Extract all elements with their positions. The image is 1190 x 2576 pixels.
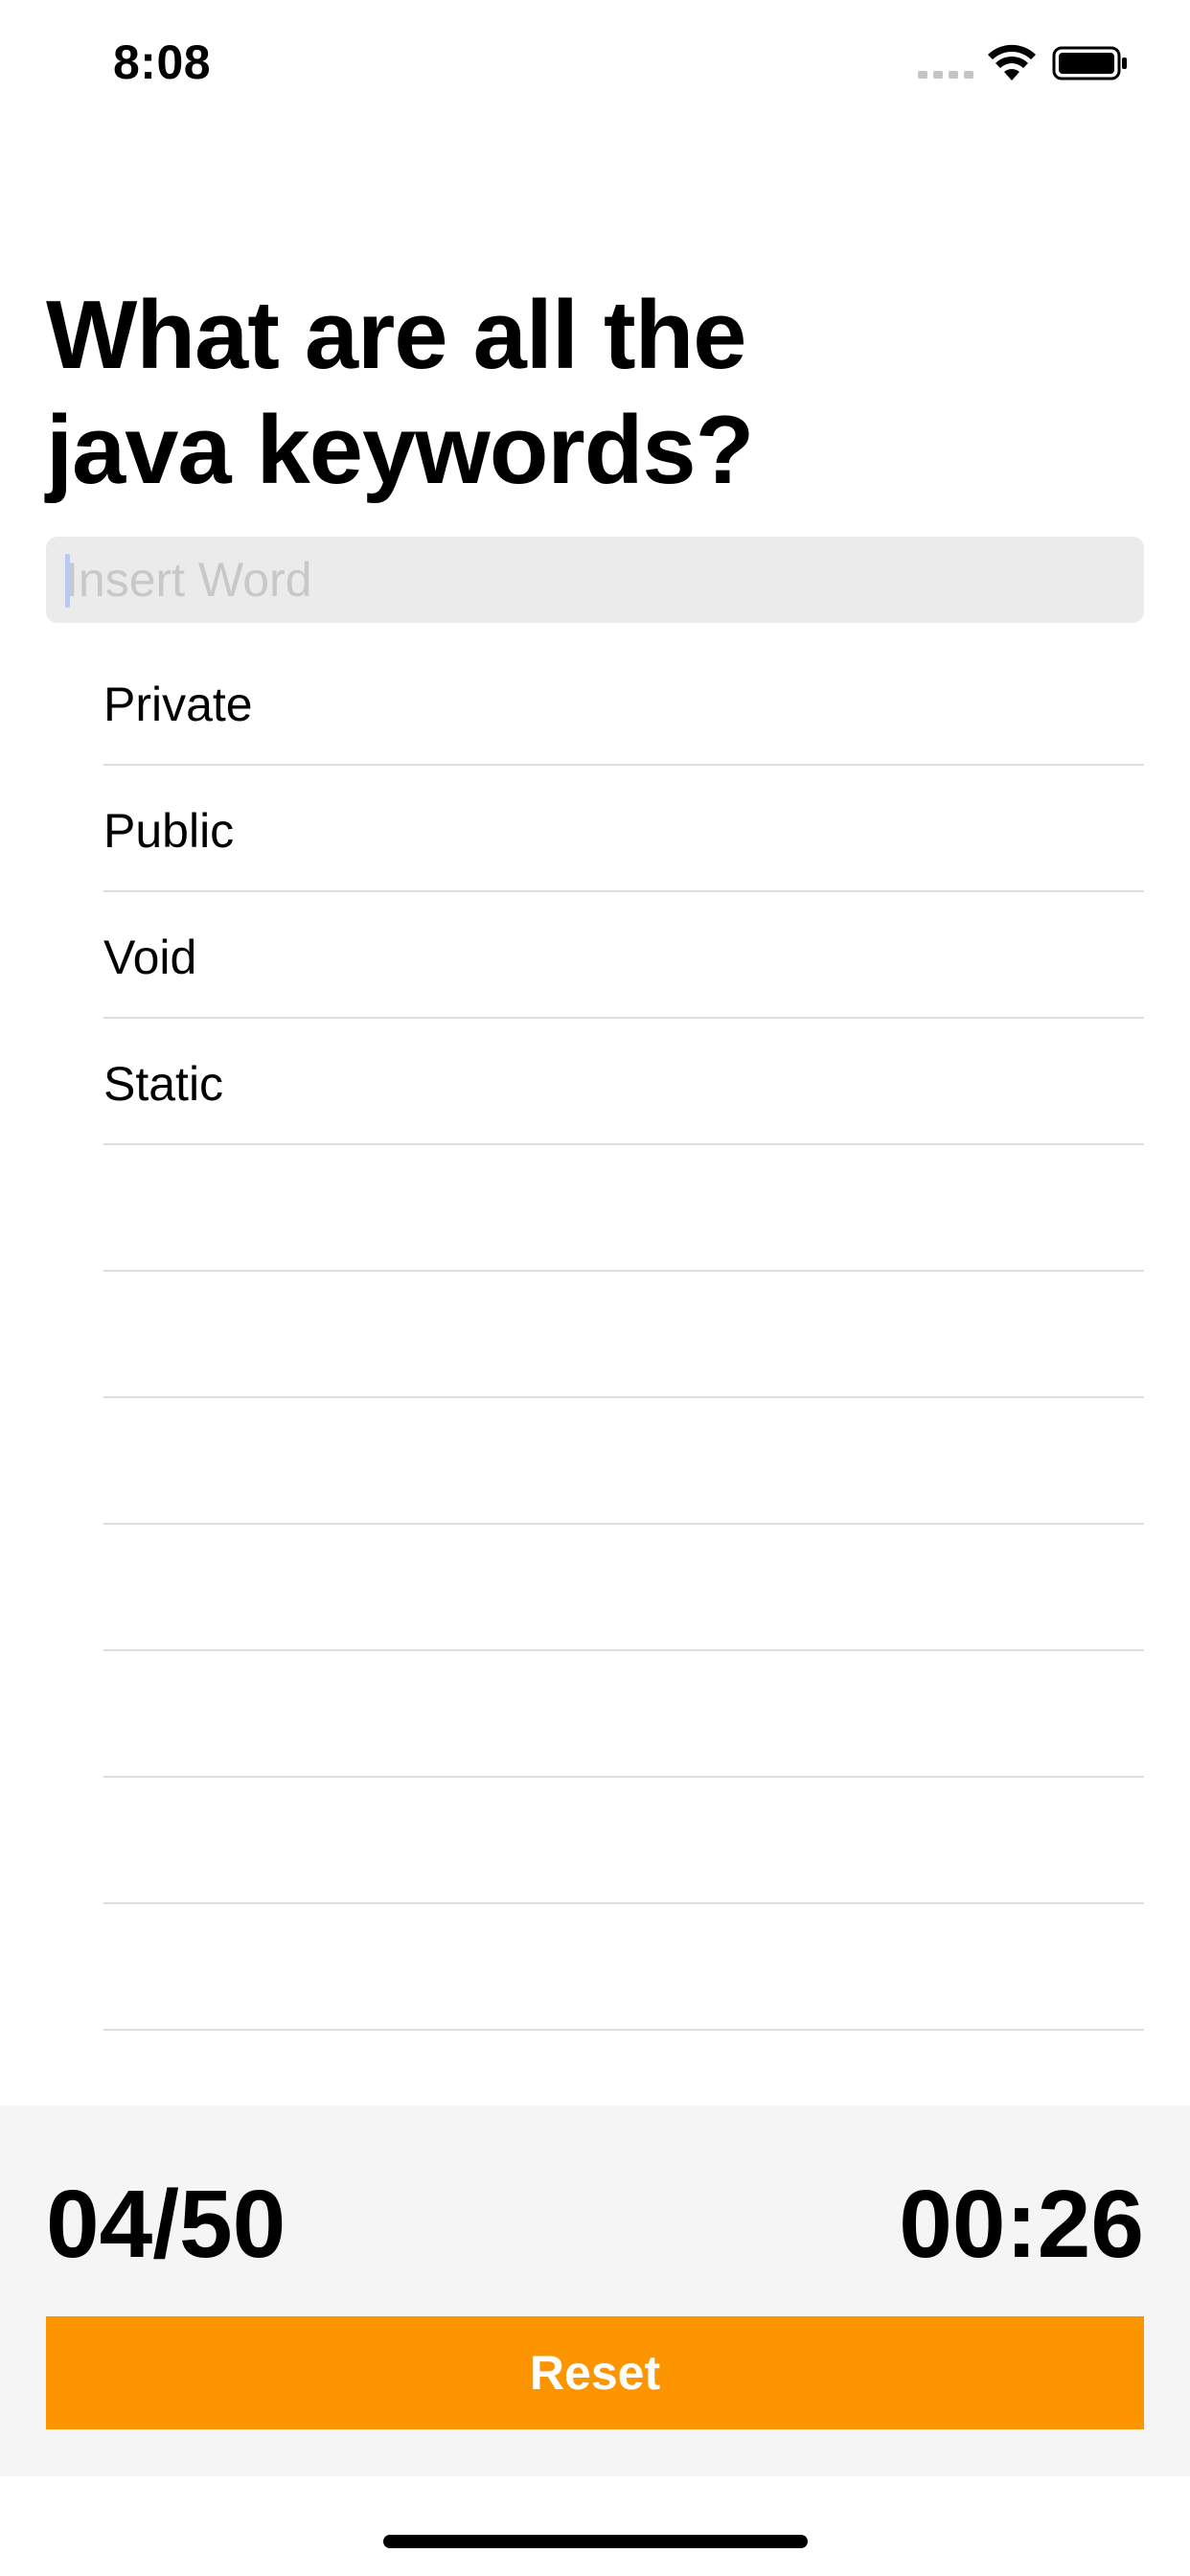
- list-item-label: Void: [103, 931, 197, 984]
- list-item: Void: [0, 892, 1190, 1019]
- wifi-icon: [988, 44, 1036, 80]
- list-item: [0, 1145, 1190, 1272]
- word-list: Private Public Void Static: [0, 639, 1190, 2031]
- page-title: What are all the java keywords?: [46, 282, 754, 504]
- reset-button[interactable]: Reset: [46, 2316, 1144, 2429]
- word-input[interactable]: [65, 537, 1129, 623]
- signal-icon: [918, 71, 973, 79]
- list-item: [0, 1778, 1190, 1904]
- status-bar: 8:08: [0, 0, 1190, 134]
- timer: 00:26: [899, 2171, 1144, 2278]
- list-divider: [103, 2029, 1144, 2031]
- score-counter: 04/50: [46, 2171, 286, 2278]
- list-item: [0, 1272, 1190, 1398]
- list-item: [0, 1398, 1190, 1525]
- list-item-label: Private: [103, 678, 253, 731]
- text-cursor: [65, 554, 70, 608]
- list-item-label: Static: [103, 1057, 224, 1111]
- list-item: [0, 1904, 1190, 2031]
- status-time: 8:08: [113, 35, 212, 89]
- battery-icon: [1052, 46, 1127, 80]
- list-item: Private: [0, 639, 1190, 766]
- list-item-label: Public: [103, 804, 235, 858]
- home-indicator[interactable]: [383, 2535, 808, 2548]
- list-item: Static: [0, 1019, 1190, 1145]
- word-input-container[interactable]: [46, 537, 1144, 623]
- bottom-panel: 04/50 00:26 Reset: [0, 2105, 1190, 2476]
- list-item: [0, 1525, 1190, 1651]
- list-item: Public: [0, 766, 1190, 892]
- list-item: [0, 1651, 1190, 1778]
